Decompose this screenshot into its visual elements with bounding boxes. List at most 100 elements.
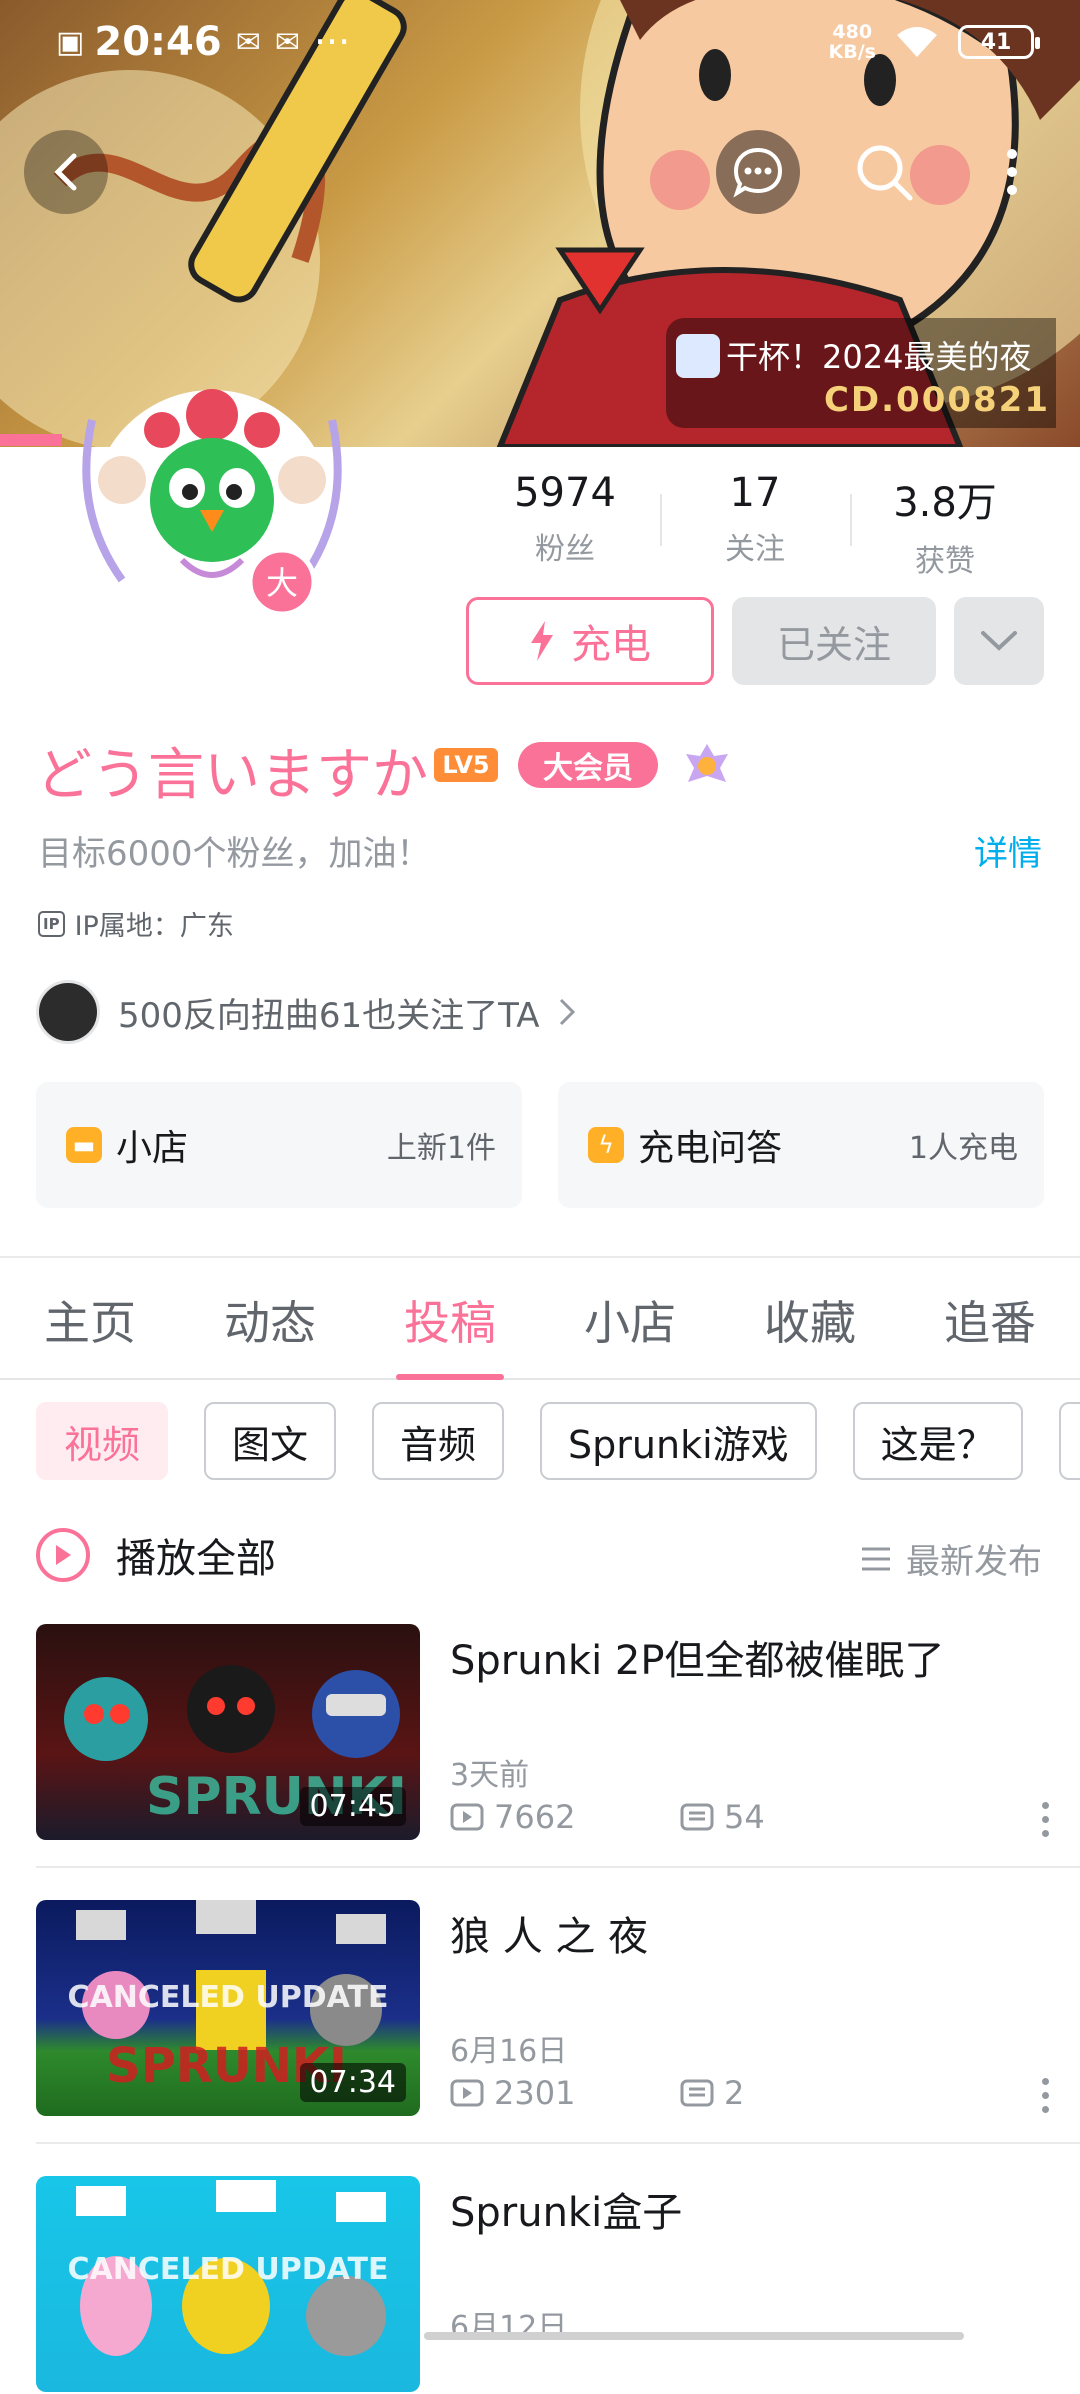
video-item[interactable]: SPRUNKI CANCELED UPDATE 07:34 狼 人 之 夜 6月… [36, 1900, 1080, 2118]
followed-label: 已关注 [776, 622, 891, 667]
status-bar: ▣ 20:46 ✉ ✉ ··· 480 KB/s 41 [0, 0, 1080, 84]
level-badge: LV5 [434, 748, 498, 782]
charge-button[interactable]: 充电 [466, 597, 714, 685]
comment-count-icon [680, 2079, 714, 2107]
notification-icon: ▣ [56, 24, 85, 60]
video-item[interactable]: CANCELED UPDATE Sprunki盒子 6月12日 [36, 2176, 1080, 2394]
section-divider [0, 1256, 1080, 1258]
shop-card-title: 小店 [116, 1128, 189, 1169]
charge-label: 充电 [571, 622, 651, 668]
sort-label: 最新发布 [906, 1542, 1042, 1582]
following-label: 关注 [725, 532, 785, 567]
chip-article[interactable]: 图文 [204, 1402, 337, 1480]
mail-icon-2: ✉ [274, 24, 300, 60]
chip-audio[interactable]: 音频 [372, 1402, 505, 1480]
search-button[interactable] [842, 130, 926, 214]
chevron-left-icon [54, 153, 77, 191]
followers-label: 粉丝 [535, 532, 595, 567]
charge-qa-title: 充电问答 [638, 1128, 783, 1169]
fan-badge-pill[interactable]: 干杯！2024最美的夜 CD.000821 [666, 318, 1056, 428]
clock: 20:46 [94, 19, 222, 65]
more-vertical-icon [1007, 149, 1017, 195]
battery-icon: 41 [958, 25, 1040, 59]
view-count: 2301 [494, 2074, 576, 2112]
video-more-button[interactable] [1042, 1802, 1052, 1844]
message-button[interactable] [716, 130, 800, 214]
stat-likes: 3.8万 获赞 [850, 470, 1040, 580]
fan-badge-title: 干杯！2024最美的夜 [726, 338, 1032, 376]
stats-row: 5974 粉丝 17 关注 3.8万 获赞 [470, 470, 1040, 580]
comment-count: 2 [724, 2074, 745, 2112]
video-stats: 2301 2 [450, 2074, 910, 2112]
following-count: 17 [729, 470, 781, 516]
lightning-icon: ϟ [588, 1127, 624, 1163]
medal-icon[interactable] [682, 740, 732, 790]
shop-icon: ▬ [66, 1127, 102, 1163]
chat-bubble-icon [733, 147, 783, 198]
expand-recommend-button[interactable] [954, 597, 1044, 685]
video-date: 6月16日 [450, 2034, 568, 2069]
video-title: Sprunki 2P但全都被催眠了 [450, 1638, 945, 1684]
network-speed: 480 KB/s [828, 21, 876, 63]
stat-followers[interactable]: 5974 粉丝 [470, 470, 660, 580]
video-thumbnail: SPRUNKI CANCELED UPDATE 07:34 [36, 1900, 420, 2116]
thumbnail-caption: CANCELED UPDATE [67, 1980, 389, 2015]
video-more-button[interactable] [1042, 2078, 1052, 2120]
likes-count: 3.8万 [893, 480, 997, 526]
mail-icon: ✉ [235, 24, 261, 60]
followed-button[interactable]: 已关注 [732, 597, 936, 685]
content-filter-chips: 视频 图文 音频 Sprunki游戏 这是？ [36, 1402, 1080, 1480]
row-divider [36, 1866, 1080, 1868]
detail-link[interactable]: 详情 [974, 826, 1042, 875]
tab-shop[interactable]: 小店 [540, 1262, 720, 1378]
home-indicator [424, 2332, 964, 2340]
avatar[interactable]: 大 [62, 360, 362, 660]
chip-video[interactable]: 视频 [36, 1402, 169, 1480]
video-item[interactable]: SPRUNKI 07:45 Sprunki 2P但全都被催眠了 3天前 7662… [36, 1624, 1080, 1842]
video-duration: 07:45 [299, 1787, 406, 1826]
tab-home[interactable]: 主页 [0, 1262, 180, 1378]
shop-card[interactable]: ▬ 小店 上新1件 [36, 1082, 522, 1208]
video-thumbnail: SPRUNKI 07:45 [36, 1624, 420, 1840]
tab-uploads[interactable]: 投稿 [360, 1262, 540, 1380]
chip-overflow[interactable] [1058, 1402, 1080, 1480]
tab-favorites[interactable]: 收藏 [720, 1262, 900, 1378]
play-all-label: 播放全部 [116, 1536, 276, 1582]
banner-indicator [0, 434, 62, 446]
charge-qa-card[interactable]: ϟ 充电问答 1人充电 [558, 1082, 1044, 1208]
play-all-button[interactable]: 播放全部 [36, 1526, 276, 1584]
avatar-level-badge: 大 [266, 564, 298, 602]
video-stats: 7662 54 [450, 1798, 910, 1836]
list-sort-icon [862, 1547, 890, 1570]
fan-badge-serial: CD.000821 [823, 380, 1050, 420]
stat-following[interactable]: 17 关注 [660, 470, 850, 580]
likes-label: 获赞 [915, 544, 975, 579]
vip-badge[interactable]: 大会员 [518, 742, 658, 788]
video-thumbnail: CANCELED UPDATE [36, 2176, 420, 2392]
lightning-icon [531, 621, 553, 661]
more-notifications-icon: ··· [313, 20, 351, 64]
mutual-follow-row[interactable]: 500反向扭曲61也关注了TA [36, 980, 576, 1044]
play-icon [36, 1528, 90, 1582]
chevron-down-icon [981, 631, 1017, 651]
mutual-text: 500反向扭曲61也关注了TA [118, 995, 540, 1036]
video-duration: 07:34 [299, 2063, 406, 2102]
video-date: 3天前 [450, 1758, 530, 1793]
play-count-icon [450, 2079, 484, 2107]
diamond-icon [676, 334, 720, 378]
chevron-right-icon [559, 998, 575, 1026]
signature: 目标6000个粉丝，加油！ [38, 834, 431, 874]
shop-card-meta: 上新1件 [386, 1131, 496, 1166]
chip-sprunki-game[interactable]: Sprunki游戏 [540, 1402, 817, 1480]
ip-location: IP IP属地：广东 [38, 904, 234, 943]
mutual-avatar [36, 980, 100, 1044]
back-button[interactable] [24, 130, 108, 214]
tab-anime[interactable]: 追番 [900, 1262, 1080, 1378]
tab-dynamic[interactable]: 动态 [180, 1262, 360, 1378]
profile-tabs: 主页 动态 投稿 小店 收藏 追番 [0, 1262, 1080, 1380]
more-button[interactable] [970, 130, 1054, 214]
comment-count: 54 [724, 1798, 765, 1836]
video-title: 狼 人 之 夜 [450, 1914, 649, 1960]
chip-what-is-this[interactable]: 这是？ [852, 1402, 1023, 1480]
sort-button[interactable]: 最新发布 [860, 1534, 1042, 1583]
